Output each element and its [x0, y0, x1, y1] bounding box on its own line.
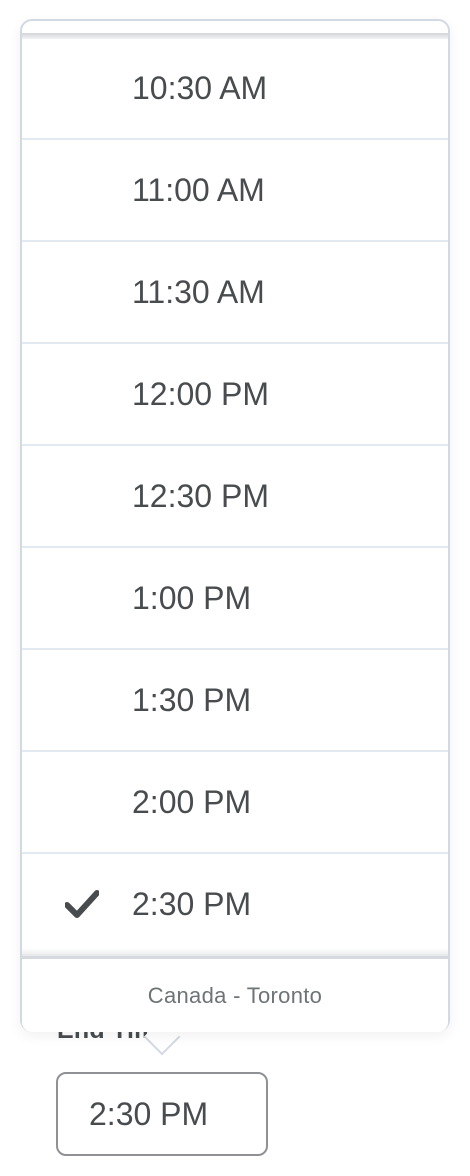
time-option-label: 2:00 PM	[132, 783, 252, 820]
time-option[interactable]: 1:00 PM	[22, 548, 448, 650]
time-options-list: 10:30 AM 11:00 AM 11:30 AM 12:00 PM 12:3…	[22, 38, 448, 956]
end-time-value: 2:30 PM	[89, 1095, 209, 1132]
time-option-label: 11:30 AM	[132, 273, 265, 310]
time-option[interactable]: 11:00 AM	[22, 140, 448, 242]
time-option-label: 1:00 PM	[132, 579, 252, 616]
end-time-input[interactable]: 2:30 PM	[56, 1072, 268, 1156]
time-option[interactable]: 12:00 PM	[22, 344, 448, 446]
time-option-label: 2:30 PM	[132, 885, 252, 922]
time-option-label: 11:00 AM	[132, 171, 265, 208]
time-option[interactable]: 11:30 AM	[22, 242, 448, 344]
time-option-label: 10:30 AM	[132, 69, 268, 106]
time-dropdown: 10:30 AM 11:00 AM 11:30 AM 12:00 PM 12:3…	[20, 19, 450, 1032]
time-option[interactable]: 10:30 AM	[22, 38, 448, 140]
time-option-label: 12:00 PM	[132, 375, 269, 412]
time-picker-screen: End Time 2:30 PM 10:30 AM 11:00 AM 11:30…	[0, 0, 470, 1176]
scroll-shadow-bottom	[22, 948, 448, 956]
time-option[interactable]: 12:30 PM	[22, 446, 448, 548]
time-option-label: 12:30 PM	[132, 477, 269, 514]
time-option[interactable]: 1:30 PM	[22, 650, 448, 752]
time-options-scroll-area[interactable]: 10:30 AM 11:00 AM 11:30 AM 12:00 PM 12:3…	[22, 21, 448, 956]
time-option[interactable]: 2:00 PM	[22, 752, 448, 854]
time-option-label: 1:30 PM	[132, 681, 252, 718]
checkmark-icon	[65, 890, 99, 918]
timezone-footer: Canada - Toronto	[22, 956, 448, 1032]
timezone-label: Canada - Toronto	[147, 982, 323, 1008]
time-option-selected[interactable]: 2:30 PM	[22, 854, 448, 956]
